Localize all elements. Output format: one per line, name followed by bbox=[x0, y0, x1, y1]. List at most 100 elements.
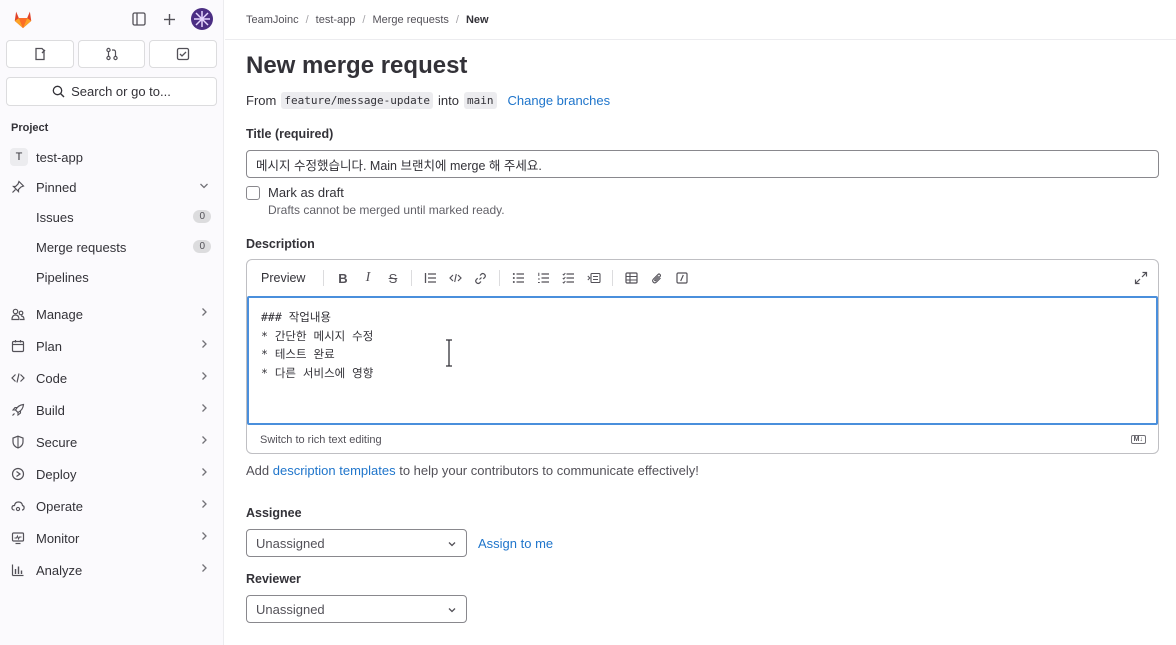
assignee-dropdown[interactable]: Unassigned bbox=[246, 529, 467, 557]
title-input-value: 메시지 수정했습니다. Main 브랜치에 merge 해 주세요. bbox=[256, 158, 542, 173]
chevron-down-icon bbox=[448, 542, 456, 547]
sidebar-item-build[interactable]: Build bbox=[0, 394, 223, 426]
description-line: * 테스트 완료 bbox=[261, 347, 335, 361]
strikethrough-icon[interactable]: S bbox=[380, 270, 405, 286]
project-avatar: T bbox=[10, 148, 28, 166]
breadcrumb: TeamJoinc / test-app / Merge requests / … bbox=[225, 0, 1176, 40]
task-list-icon[interactable] bbox=[556, 270, 581, 286]
merge-requests-tab-icon[interactable] bbox=[77, 40, 146, 68]
quick-action-icon[interactable] bbox=[669, 270, 694, 286]
search-button[interactable]: Search or go to... bbox=[6, 77, 217, 106]
description-templates-link[interactable]: description templates bbox=[273, 463, 396, 478]
sidebar-item-analyze[interactable]: Analyze bbox=[0, 554, 223, 586]
sidebar-item-monitor[interactable]: Monitor bbox=[0, 522, 223, 554]
plus-icon[interactable] bbox=[161, 11, 177, 27]
calendar-icon bbox=[10, 338, 26, 354]
bullet-list-icon[interactable] bbox=[506, 270, 531, 286]
sidebar-item-label: Deploy bbox=[36, 466, 77, 482]
bold-icon[interactable]: B bbox=[330, 270, 355, 286]
text-cursor-icon bbox=[446, 339, 452, 367]
sidebar-item-label: Analyze bbox=[36, 562, 83, 578]
todo-tab-icon[interactable] bbox=[149, 40, 218, 68]
sidebar-item-operate[interactable]: Operate bbox=[0, 490, 223, 522]
description-textarea[interactable]: ### 작업내용 * 간단한 메시지 수정 * 테스트 완료 * 다른 서비스에… bbox=[247, 296, 1158, 425]
quote-icon[interactable] bbox=[418, 270, 443, 286]
user-avatar[interactable] bbox=[191, 8, 213, 30]
issues-count-badge: 0 bbox=[193, 210, 211, 223]
mark-as-draft-checkbox[interactable] bbox=[246, 186, 260, 200]
target-branch: main bbox=[464, 92, 497, 109]
description-line: * 간단한 메시지 수정 bbox=[261, 328, 374, 343]
reviewer-label: Reviewer bbox=[246, 572, 301, 586]
issues-tab-icon[interactable] bbox=[6, 40, 74, 68]
pin-icon bbox=[10, 179, 26, 195]
description-editor: Preview B I S ### 작업내용 * 간단한 메시지 수정 * 테스… bbox=[246, 259, 1159, 454]
sidebar-item-label: Issues bbox=[36, 209, 74, 225]
chevron-right-icon bbox=[202, 468, 207, 476]
description-line: * 다른 서비스에 영향 bbox=[261, 365, 374, 380]
switch-rich-text-link[interactable]: Switch to rich text editing bbox=[260, 434, 382, 446]
sidebar-toggle-icon[interactable] bbox=[131, 11, 147, 27]
page-title: New merge request bbox=[246, 52, 468, 79]
sidebar-section-label: Project bbox=[11, 122, 49, 134]
sidebar-item-merge-requests[interactable]: Merge requests 0 bbox=[0, 232, 223, 262]
editor-footer: Switch to rich text editing M↓ bbox=[247, 425, 1158, 453]
fullscreen-icon[interactable] bbox=[1134, 271, 1148, 285]
breadcrumb-item-project[interactable]: test-app bbox=[316, 14, 356, 26]
branch-info: From feature/message-update into main Ch… bbox=[246, 92, 1159, 109]
sidebar-item-label: Code bbox=[36, 370, 68, 386]
cloud-gear-icon bbox=[10, 498, 26, 514]
gitlab-logo-icon[interactable] bbox=[12, 8, 34, 30]
change-branches-link[interactable]: Change branches bbox=[508, 93, 611, 108]
assignee-value: Unassigned bbox=[256, 535, 325, 551]
code-icon bbox=[10, 370, 26, 386]
chevron-right-icon bbox=[202, 532, 207, 540]
monitor-icon bbox=[10, 530, 26, 546]
markdown-icon: M↓ bbox=[1130, 435, 1146, 444]
chevron-right-icon bbox=[202, 404, 207, 412]
title-input[interactable]: 메시지 수정했습니다. Main 브랜치에 merge 해 주세요. bbox=[246, 150, 1159, 178]
merge-requests-count-badge: 0 bbox=[193, 240, 211, 253]
sidebar-item-label: Merge requests bbox=[36, 239, 127, 255]
sidebar-item-code[interactable]: Code bbox=[0, 362, 223, 394]
description-line: ### 작업내용 bbox=[261, 310, 332, 324]
from-label: From bbox=[246, 93, 277, 108]
sidebar-item-label: Operate bbox=[36, 498, 83, 514]
table-icon[interactable] bbox=[619, 270, 644, 286]
chart-icon bbox=[10, 562, 26, 578]
sidebar-item-label: Pipelines bbox=[36, 269, 89, 285]
sidebar-item-label: Build bbox=[36, 402, 65, 418]
breadcrumb-item-current[interactable]: New bbox=[466, 14, 489, 26]
sidebar-item-manage[interactable]: Manage bbox=[0, 298, 223, 330]
mark-as-draft-label[interactable]: Mark as draft bbox=[268, 185, 505, 200]
description-label: Description bbox=[246, 237, 315, 251]
collapsible-section-icon[interactable] bbox=[581, 270, 606, 286]
sidebar-project-item[interactable]: T test-app bbox=[0, 142, 223, 172]
main-content: TeamJoinc / test-app / Merge requests / … bbox=[225, 0, 1176, 645]
attachment-icon[interactable] bbox=[644, 270, 669, 286]
breadcrumb-item-merge-requests[interactable]: Merge requests bbox=[372, 14, 448, 26]
templates-help-text: Add description templates to help your c… bbox=[246, 463, 699, 478]
chevron-right-icon bbox=[202, 564, 207, 572]
sidebar-item-secure[interactable]: Secure bbox=[0, 426, 223, 458]
assignee-row: Unassigned Assign to me bbox=[246, 529, 1159, 557]
sidebar-item-issues[interactable]: Issues 0 bbox=[0, 202, 223, 232]
users-icon bbox=[10, 306, 26, 322]
sidebar-pinned-toggle[interactable]: Pinned bbox=[0, 172, 223, 202]
preview-tab[interactable]: Preview bbox=[261, 271, 305, 285]
shield-icon bbox=[10, 434, 26, 450]
italic-icon[interactable]: I bbox=[355, 270, 380, 286]
search-label: Search or go to... bbox=[71, 84, 171, 99]
sidebar-quick-tabs bbox=[0, 38, 223, 70]
sidebar-item-deploy[interactable]: Deploy bbox=[0, 458, 223, 490]
sidebar-item-label: Monitor bbox=[36, 530, 80, 546]
assign-to-me-link[interactable]: Assign to me bbox=[478, 536, 553, 551]
code-icon[interactable] bbox=[443, 270, 468, 286]
numbered-list-icon[interactable] bbox=[531, 270, 556, 286]
link-icon[interactable] bbox=[468, 270, 493, 286]
reviewer-dropdown[interactable]: Unassigned bbox=[246, 595, 467, 623]
breadcrumb-item-group[interactable]: TeamJoinc bbox=[246, 14, 299, 26]
sidebar-item-plan[interactable]: Plan bbox=[0, 330, 223, 362]
chevron-down-icon bbox=[448, 608, 456, 613]
sidebar-item-pipelines[interactable]: Pipelines bbox=[0, 262, 223, 292]
